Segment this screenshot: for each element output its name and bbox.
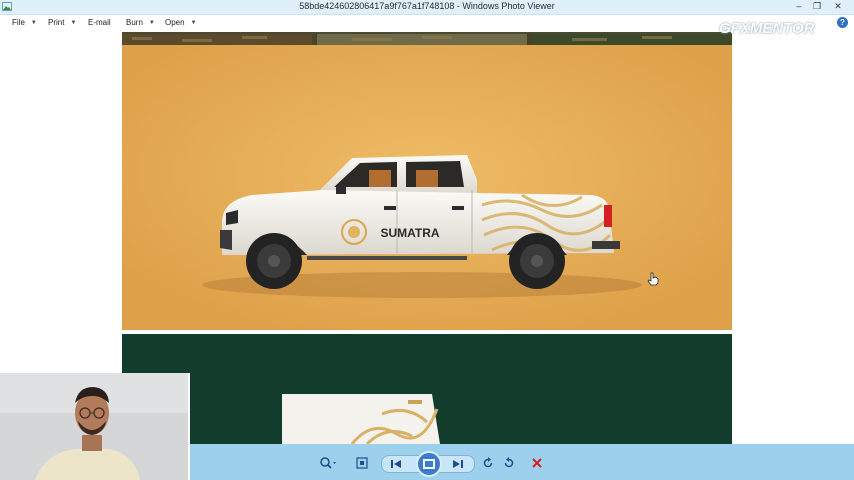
menu-print-label: Print xyxy=(48,18,65,27)
menu-file[interactable]: File ▼ xyxy=(12,18,37,27)
photo-top-strip xyxy=(122,32,732,45)
chevron-down-icon: ▼ xyxy=(70,19,77,26)
rotate-left-icon xyxy=(483,457,493,468)
presenter-video xyxy=(0,373,188,480)
delete-button[interactable] xyxy=(527,456,547,470)
slideshow-icon xyxy=(423,459,435,469)
help-icon[interactable]: ? xyxy=(837,17,848,28)
menu-burn[interactable]: Burn ▼ xyxy=(126,18,155,27)
fit-window-icon xyxy=(356,457,368,469)
slideshow-button[interactable] xyxy=(416,451,442,477)
packaging-mockup-panel xyxy=(122,334,732,444)
webcam-overlay xyxy=(0,373,190,480)
menu-file-label: File xyxy=(12,18,25,27)
truck-brand-label: SUMATRA xyxy=(380,226,439,240)
previous-icon xyxy=(391,460,401,468)
chevron-down-icon: ▼ xyxy=(148,19,155,26)
gfxmentor-logo: GFXMENTOR xyxy=(719,20,815,37)
truck-mockup-panel: SUMATRA xyxy=(122,45,732,330)
rotate-right-icon xyxy=(504,457,514,468)
previous-button[interactable] xyxy=(386,457,406,471)
actual-size-button[interactable] xyxy=(352,456,372,470)
rotate-counterclockwise-button[interactable] xyxy=(478,456,498,470)
menu-email-label: E-mail xyxy=(88,18,111,27)
menu-open-label: Open xyxy=(165,18,185,27)
title-bar: 58bde424602806417a9f767a1f748108 - Windo… xyxy=(0,0,854,15)
magnifier-icon xyxy=(320,457,336,469)
menu-burn-label: Burn xyxy=(126,18,143,27)
foliage-strip xyxy=(122,34,732,45)
packaging-illustration xyxy=(122,334,732,444)
zoom-button[interactable] xyxy=(318,456,338,470)
restore-icon[interactable]: ❐ xyxy=(808,0,826,14)
rotate-clockwise-button[interactable] xyxy=(499,456,519,470)
chevron-down-icon: ▼ xyxy=(30,19,37,26)
hand-cursor-icon xyxy=(647,272,659,286)
menu-print[interactable]: Print ▼ xyxy=(48,18,76,27)
menu-open[interactable]: Open ▼ xyxy=(165,18,197,27)
menu-email[interactable]: E-mail xyxy=(88,18,111,27)
truck-illustration: SUMATRA xyxy=(122,45,732,330)
displayed-photo: SUMATRA xyxy=(122,32,732,444)
chevron-down-icon: ▼ xyxy=(190,19,197,26)
next-button[interactable] xyxy=(448,457,468,471)
window-title: 58bde424602806417a9f767a1f748108 - Windo… xyxy=(299,1,555,11)
next-icon xyxy=(453,460,463,468)
delete-icon xyxy=(532,458,542,468)
minimize-icon[interactable]: – xyxy=(790,0,808,14)
close-icon[interactable]: ✕ xyxy=(829,0,847,14)
